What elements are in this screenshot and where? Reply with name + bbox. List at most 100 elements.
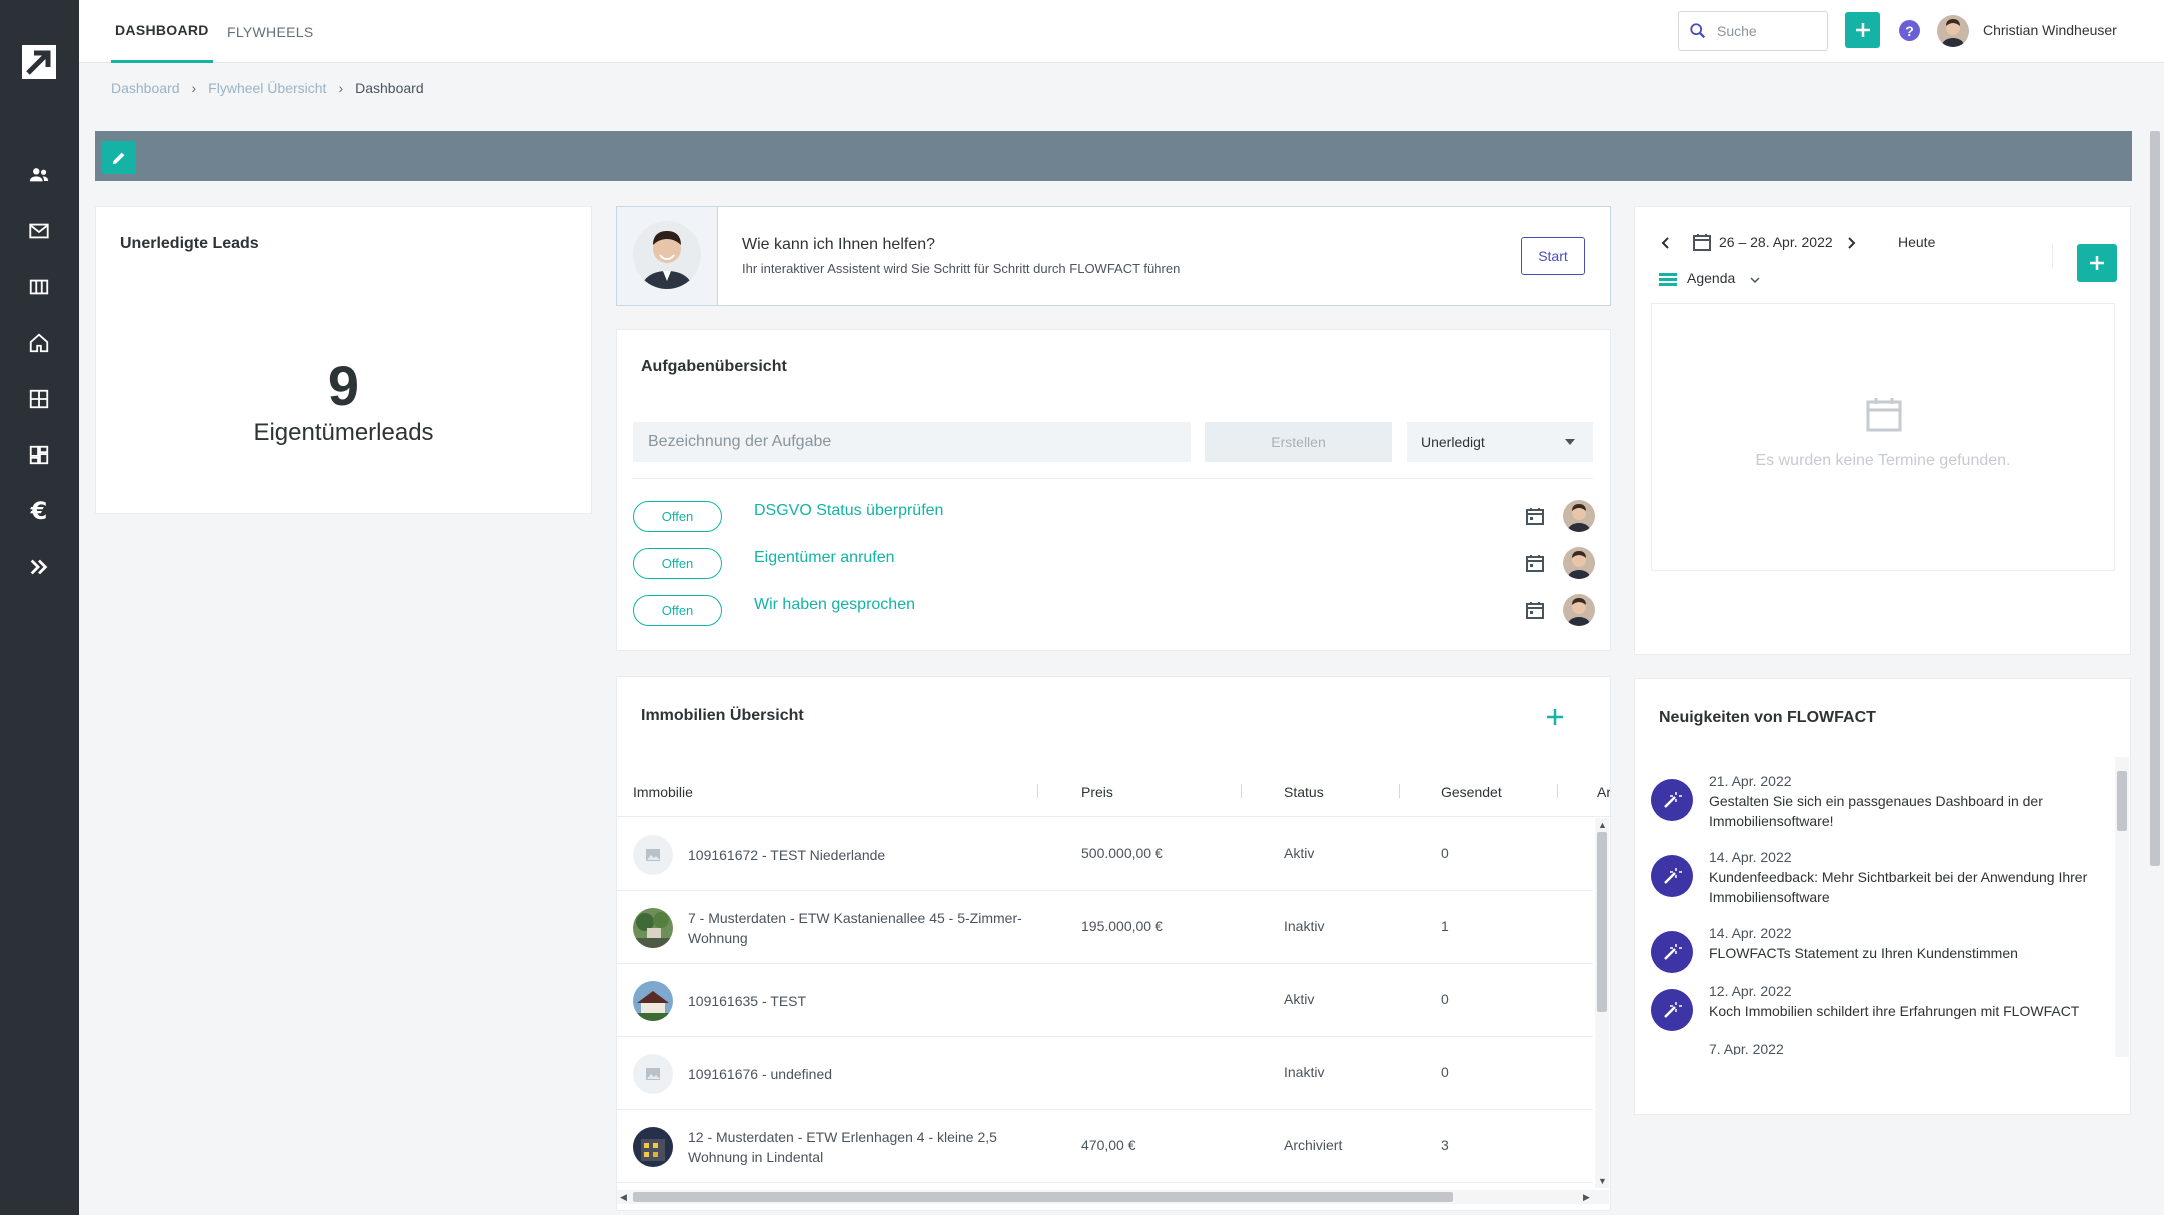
contacts-icon[interactable]: [27, 163, 51, 187]
add-button[interactable]: [1845, 12, 1880, 48]
task-status-button[interactable]: Offen: [633, 548, 722, 579]
divider: [633, 478, 1593, 479]
news-headline[interactable]: Koch Immobilien schildert ihre Erfahrung…: [1709, 1001, 2109, 1021]
image-icon: [646, 849, 660, 861]
calendar-empty-state: Es wurden keine Termine gefunden.: [1651, 303, 2115, 571]
image-icon: [646, 1068, 660, 1080]
user-avatar[interactable]: [1937, 15, 1969, 47]
scroll-right-icon[interactable]: ▶: [1583, 1192, 1590, 1203]
assistant-card: Wie kann ich Ihnen helfen? Ihr interakti…: [616, 206, 1611, 306]
column-separator[interactable]: [1399, 784, 1400, 798]
task-status-button[interactable]: Offen: [633, 501, 722, 532]
task-filter-select[interactable]: Unerledigt: [1407, 422, 1593, 462]
edit-dashboard-button[interactable]: [102, 141, 136, 174]
column-separator[interactable]: [1241, 784, 1242, 798]
news-title: Neuigkeiten von FLOWFACT: [1659, 709, 1876, 726]
breadcrumb-link-dashboard[interactable]: Dashboard: [111, 80, 180, 96]
news-headline[interactable]: Gestalten Sie sich ein passgenaues Dashb…: [1709, 791, 2109, 831]
agenda-view-icon: [1659, 273, 1677, 286]
search-input[interactable]: [1717, 23, 1817, 39]
column-header-property[interactable]: Immobilie: [633, 784, 693, 800]
chevron-left-icon[interactable]: [1659, 236, 1673, 250]
task-assignee-avatar[interactable]: [1563, 547, 1595, 579]
mail-icon[interactable]: [27, 219, 51, 243]
news-item[interactable]: 7. Apr. 2022: [1651, 1041, 2101, 1055]
column-header-sent[interactable]: Gesendet: [1441, 784, 1502, 800]
tab-dashboard[interactable]: DASHBOARD: [111, 0, 213, 63]
chevron-right-icon[interactable]: [1844, 236, 1858, 250]
task-status-button[interactable]: Offen: [633, 595, 722, 626]
start-assistant-button[interactable]: Start: [1521, 237, 1585, 275]
help-icon[interactable]: ?: [1899, 20, 1920, 41]
news-card: Neuigkeiten von FLOWFACT 21. Apr. 2022 G…: [1634, 678, 2131, 1115]
plus-icon: [1855, 23, 1870, 37]
page-vertical-scroll-thumb[interactable]: [2150, 131, 2160, 866]
tab-flywheels[interactable]: FLYWHEELS: [227, 0, 313, 63]
calendar-date-range[interactable]: 26 – 28. Apr. 2022: [1719, 234, 1833, 250]
search-field[interactable]: [1678, 11, 1828, 51]
news-date: 12. Apr. 2022: [1709, 983, 1792, 999]
table-row[interactable]: 12 - Musterdaten - ETW Erlenhagen 4 - kl…: [617, 1110, 1593, 1183]
calendar-empty-text: Es wurden keine Termine gefunden.: [1755, 452, 2011, 469]
table-vertical-scroll-thumb[interactable]: [1597, 832, 1607, 1012]
scroll-down-icon[interactable]: ▼: [1598, 1176, 1607, 1186]
columns-icon[interactable]: [27, 275, 51, 299]
table-row[interactable]: 7 - Musterdaten - ETW Kastanienallee 45 …: [617, 891, 1593, 964]
chevron-down-icon[interactable]: [1749, 275, 1761, 285]
task-assignee-avatar[interactable]: [1563, 500, 1595, 532]
assistant-photo-panel: [617, 207, 718, 305]
grid-icon[interactable]: [27, 387, 51, 411]
property-name: 109161672 - TEST Niederlande: [688, 847, 886, 863]
property-sent: 0: [1441, 991, 1449, 1007]
add-property-icon[interactable]: [1543, 705, 1567, 729]
calendar-icon[interactable]: [1525, 553, 1545, 573]
double-chevron-icon[interactable]: [27, 555, 51, 579]
dashboard-icon[interactable]: [27, 443, 51, 467]
user-name[interactable]: Christian Windheuser: [1983, 22, 2117, 38]
property-sent: 0: [1441, 845, 1449, 861]
calendar-icon[interactable]: [1525, 600, 1545, 620]
table-row[interactable]: 109161672 - TEST Niederlande 500.000,00 …: [617, 818, 1593, 891]
calendar-view-select[interactable]: Agenda: [1687, 270, 1735, 286]
create-task-button[interactable]: Erstellen: [1205, 422, 1392, 462]
property-photo: [633, 1127, 673, 1167]
property-photo: [633, 981, 673, 1021]
column-header-status[interactable]: Status: [1284, 784, 1324, 800]
assistant-avatar: [633, 221, 701, 289]
divider: [617, 816, 1610, 817]
calendar-icon[interactable]: [1525, 506, 1545, 526]
column-header-an[interactable]: An: [1597, 784, 1610, 800]
news-date: 14. Apr. 2022: [1709, 925, 1792, 941]
leads-count[interactable]: 9: [96, 353, 591, 418]
top-bar: DASHBOARD FLYWHEELS ? Christian Windheus…: [79, 0, 2164, 63]
news-headline[interactable]: FLOWFACTs Statement zu Ihren Kundenstimm…: [1709, 943, 2109, 963]
property-status: Inaktiv: [1284, 1064, 1325, 1080]
task-name-link[interactable]: Wir haben gesprochen: [754, 596, 915, 614]
table-horizontal-scroll-thumb[interactable]: [633, 1192, 1453, 1202]
task-name-link[interactable]: Eigentümer anrufen: [754, 549, 895, 567]
magic-wand-icon: [1651, 855, 1693, 897]
calendar-today-button[interactable]: Heute: [1898, 234, 1935, 250]
task-name-link[interactable]: DSGVO Status überprüfen: [754, 502, 943, 520]
calendar-icon[interactable]: [1692, 232, 1712, 252]
logo-icon[interactable]: [22, 45, 56, 79]
table-row[interactable]: 109161676 - undefined Inaktiv 0: [617, 1037, 1593, 1110]
table-row[interactable]: 109161635 - TEST Aktiv 0: [617, 964, 1593, 1037]
column-separator[interactable]: [1037, 784, 1038, 798]
home-icon[interactable]: [27, 331, 51, 355]
news-scroll-thumb[interactable]: [2117, 771, 2127, 831]
news-headline[interactable]: Kundenfeedback: Mehr Sichtbarkeit bei de…: [1709, 867, 2109, 907]
magic-wand-icon: [1651, 989, 1693, 1031]
scroll-left-icon[interactable]: ◀: [620, 1192, 627, 1203]
task-row: Offen Eigentümer anrufen: [633, 545, 1595, 581]
column-separator[interactable]: [1557, 784, 1558, 798]
property-name: 109161676 - undefined: [688, 1066, 833, 1082]
task-assignee-avatar[interactable]: [1563, 594, 1595, 626]
breadcrumb-link-flywheel[interactable]: Flywheel Übersicht: [208, 80, 326, 96]
column-header-price[interactable]: Preis: [1081, 784, 1113, 800]
euro-icon[interactable]: €: [27, 497, 51, 525]
scroll-up-icon[interactable]: ▲: [1598, 820, 1607, 830]
add-appointment-button[interactable]: [2077, 244, 2117, 282]
task-name-input[interactable]: Bezeichnung der Aufgabe: [633, 422, 1191, 462]
magic-wand-icon: [1651, 931, 1693, 973]
